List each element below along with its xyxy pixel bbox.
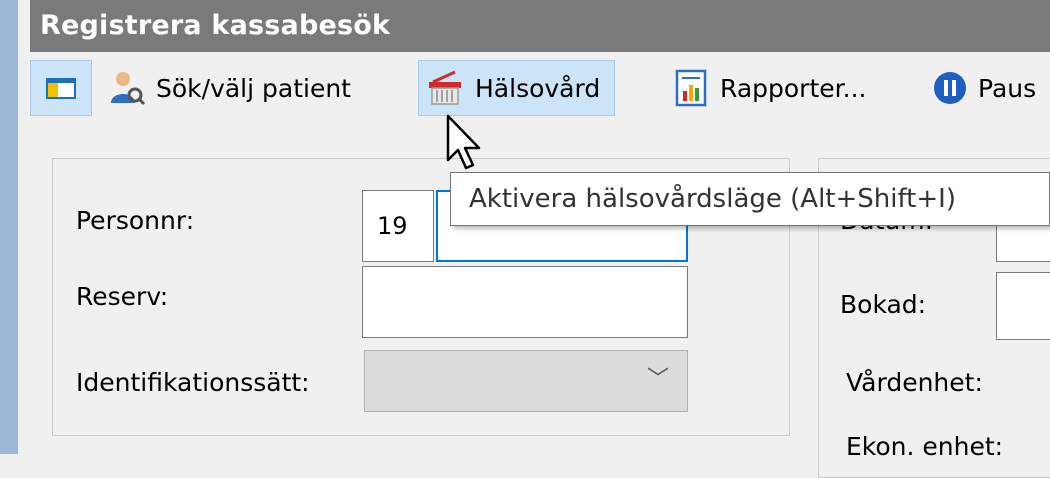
healthcare-label: Hälsovård (475, 73, 601, 103)
background-window-edge (0, 0, 18, 454)
window-title: Registrera kassabesök (40, 10, 391, 41)
mouse-cursor-icon (446, 114, 481, 170)
personnr-century-value: 19 (377, 212, 408, 240)
healthcare-basket-icon (429, 70, 461, 105)
personnr-label: Personnr: (76, 206, 195, 235)
layout-toggle-button[interactable] (30, 60, 92, 116)
title-bar[interactable]: Registrera kassabesök (30, 0, 1050, 52)
identifikation-label: Identifikationssätt: (76, 368, 310, 397)
healthcare-tooltip: Aktivera hälsovårdsläge (Alt+Shift+I) (450, 172, 1050, 226)
reserv-label: Reserv: (76, 282, 169, 311)
bokad-field[interactable] (996, 272, 1050, 340)
search-patient-label: Sök/välj patient (156, 73, 351, 103)
register-checkout-window: Registrera kassabesök Sök/välj patient H… (18, 0, 1050, 478)
personnr-century-field[interactable]: 19 (362, 190, 434, 262)
search-patient-button[interactable]: Sök/välj patient (108, 60, 351, 116)
healthcare-button[interactable]: Hälsovård (418, 60, 616, 116)
identifikation-select[interactable]: ﹀ (364, 350, 688, 412)
reports-label: Rapporter... (720, 73, 867, 103)
reports-button[interactable]: Rapporter... (674, 60, 866, 116)
pause-icon (934, 72, 966, 104)
pause-label: Paus (978, 73, 1037, 103)
patient-search-icon (111, 72, 146, 106)
ekon-enhet-label: Ekon. enhet: (846, 432, 1004, 461)
toolbar: Sök/välj patient Hälsovård Rapporter... … (30, 52, 1050, 126)
pause-button[interactable]: Paus (932, 60, 1036, 116)
reserv-field[interactable] (362, 266, 688, 338)
bokad-label: Bokad: (840, 290, 927, 319)
report-icon (675, 69, 707, 107)
chevron-down-icon: ﹀ (646, 367, 669, 392)
layout-icon (46, 78, 76, 99)
tooltip-text: Aktivera hälsovårdsläge (Alt+Shift+I) (469, 184, 956, 214)
vardenhet-label: Vårdenhet: (846, 368, 983, 397)
